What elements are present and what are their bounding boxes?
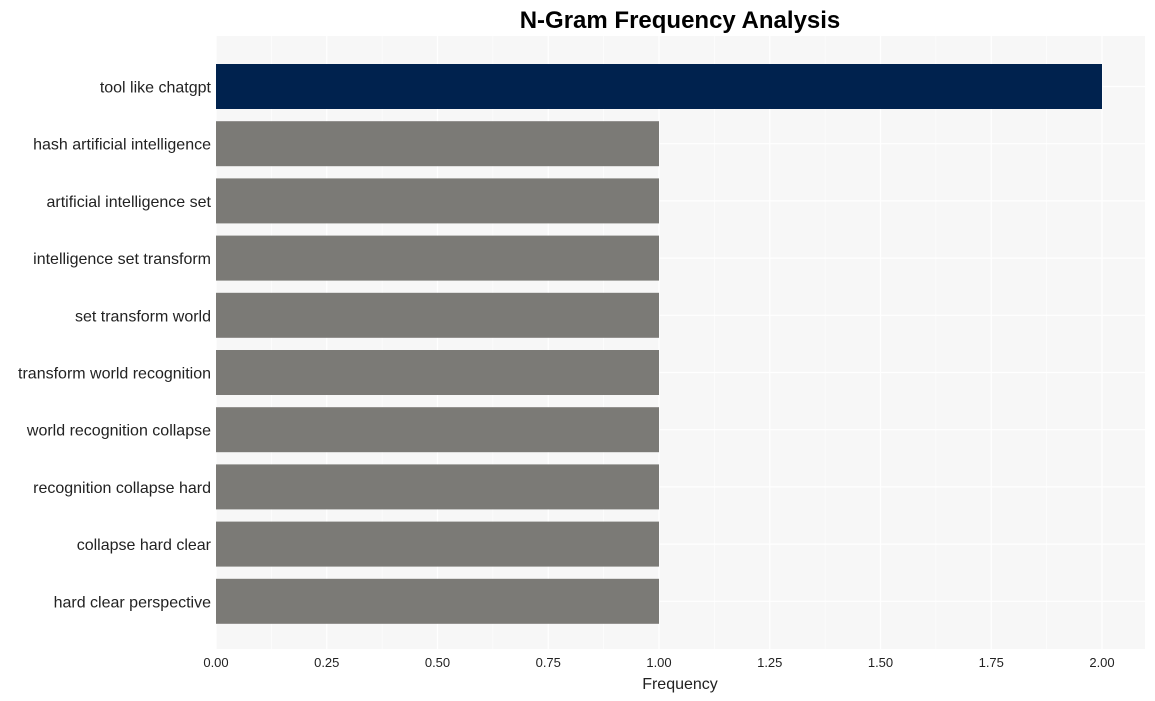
x-tick-label: 1.25 (757, 655, 782, 670)
y-tick-label: transform world recognition (18, 366, 211, 383)
y-tick-label: hash artificial intelligence (33, 137, 211, 154)
x-tick-label: 1.75 (979, 655, 1004, 670)
bar (216, 235, 659, 281)
y-tick-label: world recognition collapse (26, 423, 211, 440)
y-tick-label: collapse hard clear (77, 537, 212, 554)
x-tick-label: 0.50 (425, 655, 450, 670)
x-axis-ticks: 0.00 0.25 0.50 0.75 1.00 1.25 1.50 1.75 2.00 (203, 655, 1114, 670)
chart-title: N-Gram Frequency Analysis (520, 7, 841, 34)
bar (216, 292, 659, 338)
x-tick-label: 1.50 (868, 655, 893, 670)
bar (216, 521, 659, 567)
bar (216, 64, 1102, 109)
x-axis-label: Frequency (642, 676, 718, 693)
y-tick-label: artificial intelligence set (46, 194, 211, 211)
bar (216, 407, 659, 453)
x-tick-label: 0.00 (203, 655, 228, 670)
y-tick-label: set transform world (75, 308, 211, 325)
bar (216, 578, 659, 624)
y-tick-label: recognition collapse hard (33, 480, 211, 497)
ngram-bar-chart: tool like chatgpt hash artificial intelli… (18, 7, 1145, 693)
x-tick-label: 0.25 (314, 655, 339, 670)
bar (216, 178, 659, 224)
x-tick-label: 1.00 (646, 655, 671, 670)
y-axis-labels: tool like chatgpt hash artificial intelli… (18, 80, 212, 612)
x-tick-label: 0.75 (536, 655, 561, 670)
y-tick-label: hard clear perspective (54, 594, 212, 611)
bar (216, 350, 659, 395)
x-tick-label: 2.00 (1089, 655, 1114, 670)
y-tick-label: intelligence set transform (33, 251, 211, 268)
bar (216, 464, 659, 510)
y-tick-label: tool like chatgpt (100, 80, 212, 97)
bar (216, 121, 659, 167)
